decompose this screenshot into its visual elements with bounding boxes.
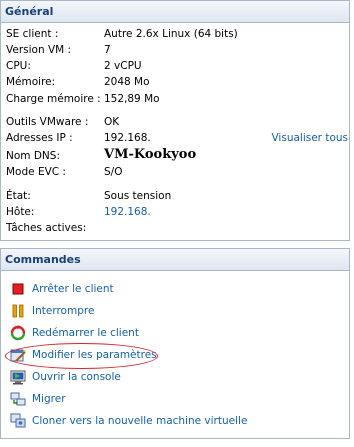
active-tasks-label: Tâches actives: (6, 222, 87, 234)
state-value: Sous tension (104, 190, 172, 202)
open-console-command[interactable]: Ouvrir la console (10, 368, 121, 386)
evc-mode-label: Mode EVC : (6, 166, 66, 178)
general-panel-title: Général (1, 1, 349, 23)
cpu-label: CPU: (6, 60, 31, 72)
memory-value: 2048 Mo (104, 76, 150, 88)
migrate-label: Migrer (32, 393, 66, 405)
migrate-command[interactable]: Migrer (10, 390, 66, 408)
cpu-value: 2 vCPU (104, 60, 142, 72)
dns-name-label: Nom DNS: (6, 150, 60, 162)
stop-icon (10, 281, 26, 297)
state-label: État: (6, 190, 31, 202)
host-link[interactable]: 192.168. (104, 205, 151, 219)
dns-name-value: VM-Kookyoo (104, 147, 197, 162)
suspend-command[interactable]: Interrompre (10, 302, 94, 320)
suspend-label: Interrompre (32, 305, 95, 317)
pause-icon (10, 303, 26, 319)
vmware-tools-value: OK (104, 116, 120, 128)
guest-os-label: SE client : (6, 28, 59, 40)
memory-load-label: Charge mémoire : (6, 93, 101, 105)
clone-vm-label: Cloner vers la nouvelle machine virtuell… (32, 415, 248, 427)
restart-guest-label: Redémarrer le client (32, 327, 139, 339)
migrate-icon (10, 391, 26, 407)
clone-vm-command[interactable]: Cloner vers la nouvelle machine virtuell… (10, 412, 247, 430)
console-icon (10, 369, 26, 385)
stop-guest-command[interactable]: Arrêter le client (10, 280, 114, 298)
evc-mode-value: S/O (104, 166, 123, 178)
highlight-ellipse (5, 343, 158, 369)
clone-icon (10, 413, 26, 429)
ip-addresses-value: 192.168. (104, 132, 151, 144)
vm-version-value: 7 (104, 44, 111, 56)
memory-label: Mémoire: (6, 76, 56, 88)
commands-panel-title: Commandes (1, 249, 349, 271)
guest-os-value: Autre 2.6x Linux (64 bits) (104, 28, 238, 40)
vm-version-label: Version VM : (6, 44, 72, 56)
stop-guest-label: Arrêter le client (32, 283, 114, 295)
view-all-link[interactable]: Visualiser tous (271, 131, 348, 145)
restart-guest-command[interactable]: Redémarrer le client (10, 324, 139, 342)
memory-load-value: 152,89 Mo (104, 93, 160, 105)
open-console-label: Ouvrir la console (32, 371, 121, 383)
vmware-tools-label: Outils VMware : (6, 116, 89, 128)
host-label: Hôte: (6, 206, 35, 218)
restart-icon (10, 325, 26, 341)
ip-addresses-label: Adresses IP : (6, 132, 73, 144)
